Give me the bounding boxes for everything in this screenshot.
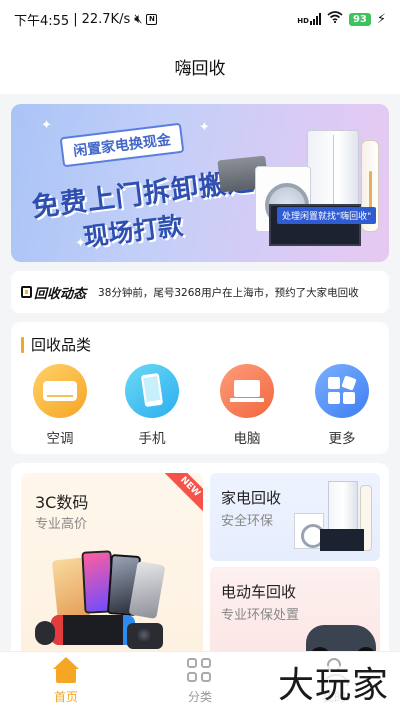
card-subtitle: 专业高价 xyxy=(35,517,88,532)
sparkle-icon: ✦ xyxy=(41,118,52,133)
new-badge: NEW xyxy=(162,473,203,515)
card-ev-recycle[interactable]: 电动车回收 专业环保处置 xyxy=(210,567,380,663)
mute-icon: 🔇︎ xyxy=(134,11,143,27)
air-conditioner-icon xyxy=(33,364,87,418)
wifi-icon xyxy=(327,11,343,27)
title-accent-bar xyxy=(21,336,24,353)
status-bar: 下午4:55 | 22.7K/s 🔇︎ N HD 93 ⚡︎ xyxy=(0,0,400,38)
news-label-icon xyxy=(21,286,32,298)
watermark-text: 大玩家 xyxy=(274,666,394,706)
tv-image xyxy=(320,529,364,551)
category-item-more[interactable]: 更多 xyxy=(312,364,372,447)
tab-label: 分类 xyxy=(187,690,212,704)
sparkle-icon: ✦ xyxy=(199,120,210,135)
recycle-news-ticker[interactable]: 回收动态 38分钟前，尾号3268用户在上海市，预约了大家电回收 xyxy=(11,271,389,313)
category-label: 更多 xyxy=(328,431,356,447)
news-text: 38分钟前，尾号3268用户在上海市，预约了大家电回收 xyxy=(98,286,359,299)
status-network-speed: 22.7K/s xyxy=(81,11,131,27)
product-section: NEW 3C数码 专业高价 家电回收 安全环保 电动车回收 专业环保处置 xyxy=(11,463,389,663)
signal-icon xyxy=(309,13,321,25)
category-item-laptop[interactable]: 电脑 xyxy=(217,364,277,447)
category-section: 回收品类 空调 手机 电脑 更多 xyxy=(11,322,389,454)
card-title: 家电回收 xyxy=(221,489,282,507)
laptop-icon xyxy=(220,364,274,418)
news-label-group: 回收动态 xyxy=(21,283,86,302)
card-title: 电动车回收 xyxy=(221,583,297,601)
controller-image xyxy=(35,621,55,645)
card-3c-digital[interactable]: NEW 3C数码 专业高价 xyxy=(21,473,203,663)
banner-tag: 闲置家电换现金 xyxy=(59,122,185,168)
tab-category[interactable]: 分类 xyxy=(160,658,240,705)
category-label: 电脑 xyxy=(233,431,261,447)
charging-icon: ⚡︎ xyxy=(376,11,386,27)
card-subtitle: 专业环保处置 xyxy=(221,608,300,623)
battery-indicator: 93 xyxy=(348,12,371,26)
game-console-image xyxy=(51,615,135,645)
nfc-icon: N xyxy=(146,13,158,25)
status-left: 下午4:55 | 22.7K/s 🔇︎ N xyxy=(14,10,158,29)
phone-icon xyxy=(125,364,179,418)
category-label: 手机 xyxy=(138,431,166,447)
signal-group: HD xyxy=(297,13,321,25)
category-item-phone[interactable]: 手机 xyxy=(122,364,182,447)
card-appliance-recycle[interactable]: 家电回收 安全环保 xyxy=(210,473,380,561)
card-subtitle: 安全环保 xyxy=(221,514,274,529)
card-title: 3C数码 xyxy=(35,493,89,512)
hd-label: HD xyxy=(297,17,309,25)
home-icon xyxy=(53,657,79,684)
more-icon xyxy=(315,364,369,418)
title-bar: 嗨回收 xyxy=(0,38,400,94)
tab-home[interactable]: 首页 xyxy=(26,657,106,705)
category-section-title: 回收品类 xyxy=(21,334,91,355)
category-title-text: 回收品类 xyxy=(31,336,92,354)
grid-icon xyxy=(187,658,213,684)
status-time: 下午4:55 xyxy=(14,13,70,29)
news-label: 回收动态 xyxy=(34,286,87,302)
promo-banner[interactable]: ✦ ✦ ✦ 闲置家电换现金 免费上门拆卸搬运 现场打款 处理闲置就找"嗨回收" xyxy=(11,104,389,262)
camera-image xyxy=(127,623,163,649)
status-divider: | xyxy=(73,11,78,27)
tab-label: 首页 xyxy=(53,690,78,704)
banner-slogan: 处理闲置就找"嗨回收" xyxy=(277,207,377,224)
status-right: HD 93 ⚡︎ xyxy=(297,11,386,27)
category-label: 空调 xyxy=(46,431,74,447)
category-item-air-conditioner[interactable]: 空调 xyxy=(30,364,90,447)
page-title: 嗨回收 xyxy=(174,58,226,79)
